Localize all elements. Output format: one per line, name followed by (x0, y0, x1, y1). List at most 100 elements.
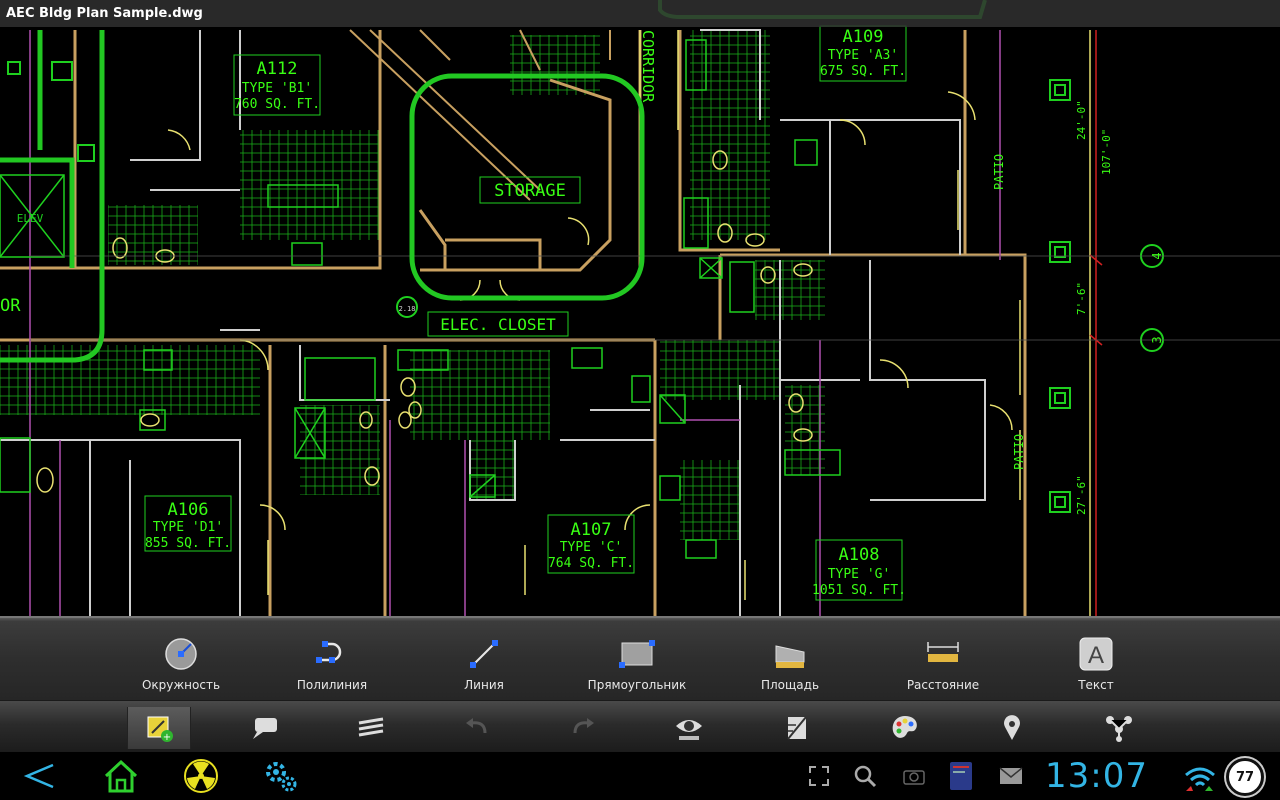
unit-type-a107: TYPE 'C' (560, 540, 623, 555)
view-icon (676, 720, 702, 740)
fullscreen-button[interactable] (805, 756, 833, 796)
back-icon (23, 763, 54, 789)
distance-tool-icon (927, 642, 959, 662)
corridor-left-label: OR (0, 296, 21, 316)
line-tool-button[interactable]: Линия (409, 636, 559, 696)
drawing-tools-toolbar: Окружность Полилиния Линия Прямоугольник (0, 616, 1280, 700)
area-tool-button[interactable]: Площадь (715, 636, 865, 696)
drawing-canvas[interactable]: A112 TYPE 'B1' 760 SQ. FT. A109 TYPE 'A3… (0, 0, 1280, 616)
text-tool-label: Текст (1078, 678, 1114, 692)
share-button[interactable] (1087, 707, 1151, 749)
area-tool-icon (775, 645, 805, 668)
patio-label-lower: PATIO (1012, 434, 1026, 470)
location-pin-icon (1004, 715, 1020, 740)
view-button[interactable] (657, 707, 721, 749)
tag-label: 2.18 (399, 305, 416, 313)
layers-button[interactable] (339, 707, 403, 749)
dimension-7-6: 7'-6" (1075, 282, 1088, 315)
area-tool-label: Площадь (760, 678, 820, 692)
circle-tool-label: Окружность (141, 678, 221, 692)
layers-icon (358, 717, 384, 737)
notes-app-button[interactable] (946, 756, 976, 796)
location-pin-button[interactable] (980, 707, 1044, 749)
palette-icon (892, 716, 917, 738)
line-tool-label: Линия (464, 678, 504, 692)
dimension-24: 24'-0" (1075, 100, 1088, 140)
wifi-icon (1185, 767, 1215, 791)
dimension-107: 107'-0" (1100, 129, 1113, 175)
dimension-line (1089, 30, 1103, 616)
elec-closet-label: ELEC. CLOSET (440, 315, 556, 334)
window-title: AEC Bldg Plan Sample.dwg (0, 0, 1280, 27)
camera-icon (903, 770, 925, 785)
rectangle-tool-icon (619, 640, 655, 668)
svg-text:A: A (1088, 642, 1104, 669)
unit-type-a108: TYPE 'G' (828, 567, 891, 582)
distance-tool-button[interactable]: Расстояние (868, 636, 1018, 696)
comment-button[interactable] (233, 707, 297, 749)
redo-icon (573, 718, 594, 734)
palette-button[interactable] (873, 707, 937, 749)
unit-type-a106: TYPE 'D1' (153, 520, 223, 535)
back-button[interactable] (14, 756, 64, 796)
fullscreen-icon (809, 766, 829, 786)
gridline-4: 4 (1150, 252, 1164, 259)
battery-indicator[interactable]: 77 (1226, 758, 1264, 796)
svg-text:+: + (163, 732, 171, 743)
unit-area-a112: 760 SQ. FT. (234, 97, 320, 112)
radiation-icon (184, 759, 218, 793)
elevator-label: ELEV (17, 212, 44, 225)
line-tool-icon (470, 640, 498, 668)
snap-icon (787, 716, 807, 740)
undo-button[interactable] (445, 707, 509, 749)
markup-edit-icon: + (147, 716, 173, 743)
redo-button[interactable] (551, 707, 615, 749)
search-icon (854, 765, 877, 788)
email-button[interactable] (996, 756, 1026, 796)
home-button[interactable] (96, 756, 146, 796)
corridor-label: CORRIDOR (639, 30, 657, 103)
wifi-status[interactable] (1182, 758, 1218, 798)
unit-name-a112: A112 (257, 59, 298, 79)
snap-button[interactable] (765, 707, 829, 749)
unit-name-a107: A107 (571, 520, 612, 540)
radiation-app-button[interactable] (176, 756, 226, 796)
circle-tool-icon (165, 638, 197, 670)
unit-type-a112: TYPE 'B1' (242, 81, 312, 96)
patio-label-upper: PATIO (992, 154, 1006, 190)
battery-level: 77 (1235, 769, 1255, 785)
floor-plan-drawing[interactable]: A112 TYPE 'B1' 760 SQ. FT. A109 TYPE 'A3… (0, 0, 1280, 616)
rectangle-tool-button[interactable]: Прямоугольник (562, 636, 712, 696)
unit-name-a106: A106 (168, 500, 209, 520)
polyline-tool-label: Полилиния (296, 678, 368, 692)
unit-type-a109: TYPE 'A3' (828, 48, 898, 63)
app-toolbar: + (0, 700, 1280, 752)
gridline-3: 3 (1150, 336, 1164, 343)
unit-area-a106: 855 SQ. FT. (145, 536, 231, 551)
settings-gears-icon (266, 762, 297, 792)
text-tool-button[interactable]: A Текст (1021, 636, 1171, 696)
share-icon (1106, 716, 1132, 742)
search-button[interactable] (851, 756, 879, 796)
polyline-tool-icon (316, 641, 342, 663)
storage-label: STORAGE (494, 181, 566, 201)
email-icon (999, 767, 1023, 784)
markup-edit-button[interactable]: + (127, 707, 191, 749)
polyline-tool-button[interactable]: Полилиния (257, 636, 407, 696)
unit-name-a108: A108 (839, 545, 880, 565)
home-icon (104, 759, 138, 793)
unit-area-a107: 764 SQ. FT. (548, 556, 634, 571)
clock: 13:07 (1045, 756, 1148, 796)
unit-area-a109: 675 SQ. FT. (820, 64, 906, 79)
camera-button[interactable] (900, 756, 928, 796)
distance-tool-label: Расстояние (906, 678, 980, 692)
comment-icon (253, 718, 277, 739)
circle-tool-button[interactable]: Окружность (106, 636, 256, 696)
notes-app-icon (950, 762, 972, 790)
unit-name-a109: A109 (843, 27, 884, 47)
unit-area-a108: 1051 SQ. FT. (812, 583, 906, 598)
settings-button[interactable] (256, 756, 306, 796)
dimension-27-6: 27'-6" (1075, 475, 1088, 515)
rectangle-tool-label: Прямоугольник (587, 678, 687, 692)
text-tool-icon: A (1079, 637, 1113, 671)
